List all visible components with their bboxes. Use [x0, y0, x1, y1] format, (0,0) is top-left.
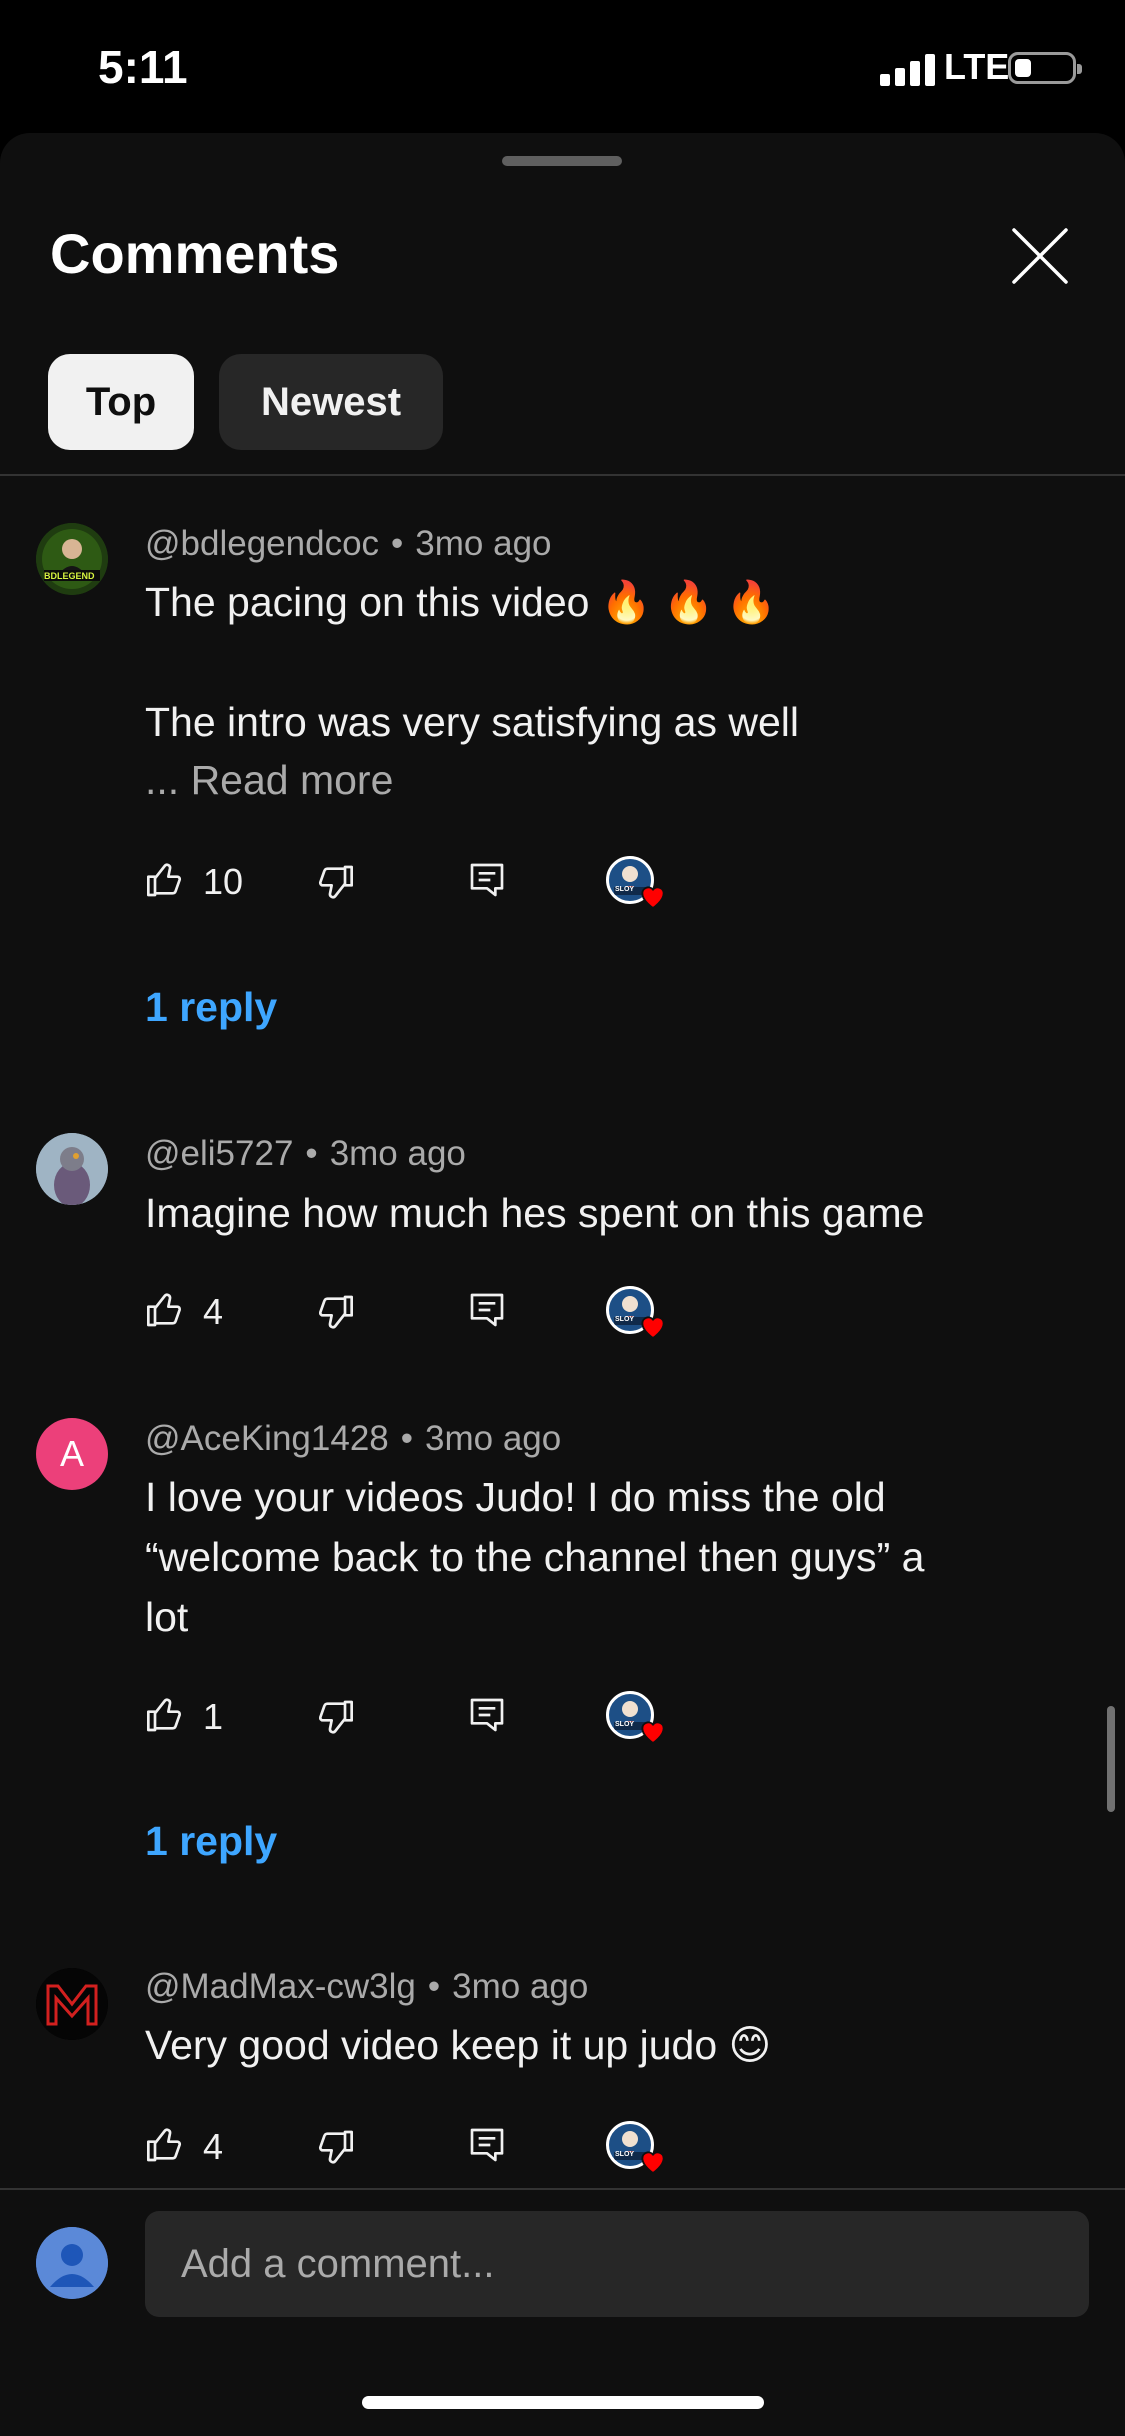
creator-badge-label: SLOY [615, 1721, 635, 1728]
avatar-eli5727[interactable] [36, 1133, 108, 1205]
reply-icon[interactable] [467, 860, 507, 900]
view-replies-link[interactable]: 1 reply [145, 1818, 277, 1865]
view-replies-link[interactable]: 1 reply [145, 984, 277, 1031]
dislike-icon[interactable] [315, 1292, 355, 1332]
comment-author[interactable]: @bdlegendcoc [145, 524, 379, 563]
scrollbar[interactable] [1107, 1706, 1115, 1812]
comment-text-line: Very good video keep it up judo 😊 [145, 2022, 772, 2068]
composer-divider [0, 2188, 1125, 2190]
heart-icon [641, 886, 665, 910]
add-comment-input[interactable] [145, 2211, 1089, 2317]
comment-text-line: lot [145, 1594, 189, 1640]
user-avatar[interactable] [36, 2227, 108, 2299]
like-count: 4 [203, 2126, 224, 2167]
like-icon[interactable] [145, 1695, 185, 1735]
battery-icon [1008, 52, 1082, 84]
tabs-divider [0, 474, 1125, 476]
heart-icon [641, 1721, 665, 1745]
tab-newest[interactable]: Newest [219, 354, 443, 450]
like-icon[interactable] [145, 1290, 185, 1330]
like-count: 1 [203, 1696, 224, 1737]
comment-meta: @MadMax-cw3lg • 3mo ago [145, 1967, 589, 2006]
dislike-icon[interactable] [315, 1697, 355, 1737]
creator-badge-label: SLOY [615, 886, 635, 893]
close-icon[interactable] [1010, 226, 1070, 286]
status-bar: 5:11 LTE [0, 0, 1125, 135]
reply-icon[interactable] [467, 1695, 507, 1735]
like-icon[interactable] [145, 2125, 185, 2165]
sheet-title: Comments [50, 222, 340, 285]
heart-icon [641, 1316, 665, 1340]
read-more-link[interactable]: ... Read more [145, 757, 393, 804]
comment-time: 3mo ago [329, 1134, 466, 1173]
home-indicator [362, 2396, 764, 2409]
comment-author[interactable]: @AceKing1428 [145, 1419, 389, 1458]
avatar-label: BDLEGEND [44, 571, 95, 581]
comments-sheet: Comments [0, 133, 1125, 2436]
avatar-aceking1428[interactable]: A [36, 1418, 108, 1490]
network-label: LTE [944, 46, 1010, 87]
comment-meta: @eli5727 • 3mo ago [145, 1134, 466, 1173]
avatar-madmax-cw3lg[interactable] [36, 1968, 108, 2040]
creator-badge-label: SLOY [615, 1316, 635, 1323]
comment-meta: @bdlegendcoc • 3mo ago [145, 524, 552, 563]
comment-time: 3mo ago [452, 1967, 589, 2006]
comment-time: 3mo ago [415, 524, 552, 563]
comment-text-line: Imagine how much hes spent on this game [145, 1190, 925, 1236]
avatar-letter: A [59, 1433, 84, 1474]
dislike-icon[interactable] [315, 2127, 355, 2167]
comment-text-line: “welcome back to the channel then guys” … [145, 1534, 925, 1580]
tab-top[interactable]: Top [48, 354, 194, 450]
comment-author[interactable]: @eli5727 [145, 1134, 293, 1173]
creator-badge-label: SLOY [615, 2151, 635, 2158]
comment-text-line: The intro was very satisfying as well [145, 699, 799, 745]
like-count: 10 [203, 861, 244, 902]
signal-icon [880, 52, 936, 86]
comment-composer [0, 2188, 1125, 2436]
comment-text-line: I love your videos Judo! I do miss the o… [145, 1474, 886, 1520]
status-time: 5:11 [98, 41, 188, 93]
drag-handle[interactable] [502, 156, 622, 166]
like-icon[interactable] [145, 860, 185, 900]
comment-time: 3mo ago [425, 1419, 562, 1458]
reply-icon[interactable] [467, 2125, 507, 2165]
comment-author[interactable]: @MadMax-cw3lg [145, 1967, 416, 2006]
like-count: 4 [203, 1291, 224, 1332]
comment-text-line: The pacing on this video 🔥 🔥 🔥 [145, 579, 777, 625]
reply-icon[interactable] [467, 1290, 507, 1330]
comment-meta: @AceKing1428 • 3mo ago [145, 1419, 562, 1458]
avatar-bdlegendcoc[interactable]: BDLEGEND [36, 523, 108, 595]
heart-icon [641, 2151, 665, 2175]
dislike-icon[interactable] [315, 862, 355, 902]
